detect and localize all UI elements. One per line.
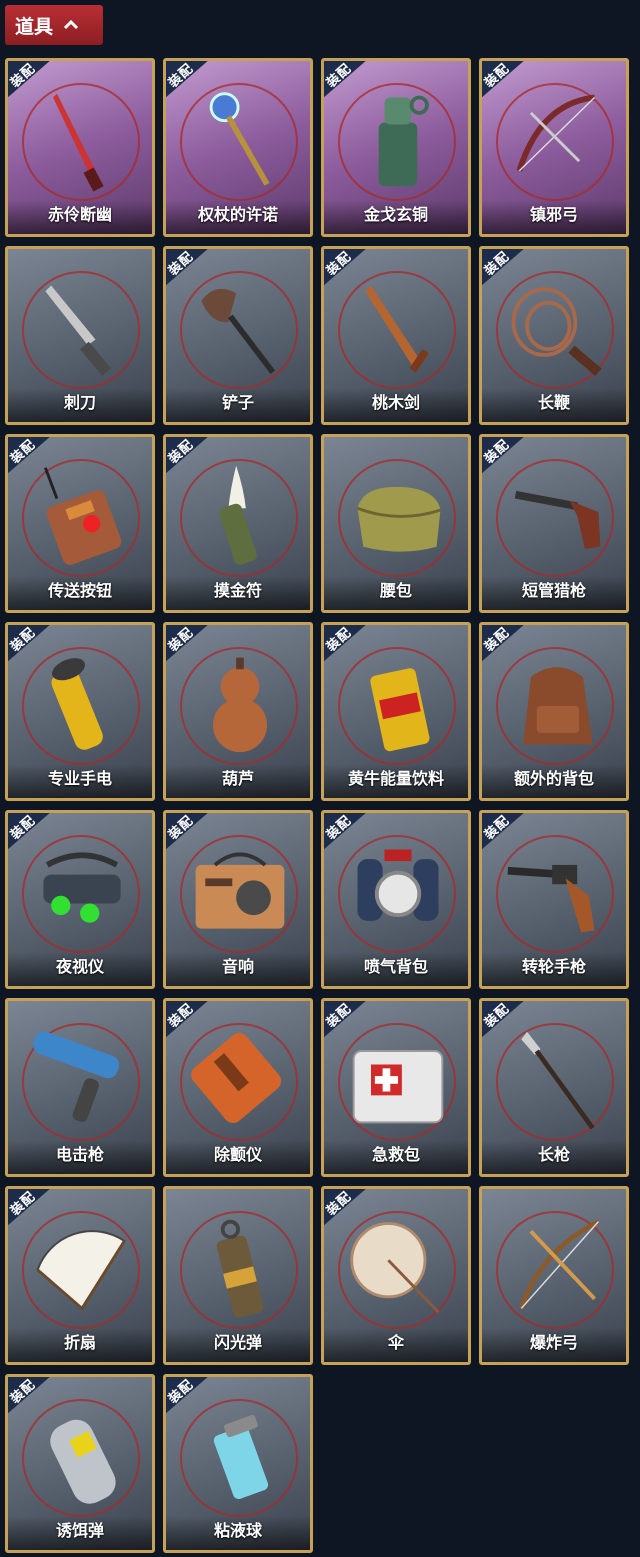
- scepter-icon: [209, 92, 270, 186]
- item-card[interactable]: 装配 传送按钮: [5, 434, 155, 613]
- item-card[interactable]: 装配 摸金符: [163, 434, 313, 613]
- item-grid: 装配 赤伶断幽 装配 权杖的许诺 装配 金戈玄铜 装配 镇邪弓 刺刀 装配 铲子 装配 桃木剑 装配 长鞭装…: [5, 58, 633, 1553]
- item-card[interactable]: 装配 短管猎枪: [479, 434, 629, 613]
- item-card[interactable]: 装配 折扇: [5, 1186, 155, 1365]
- item-card[interactable]: 刺刀: [5, 246, 155, 425]
- item-name: 腰包: [324, 576, 468, 610]
- item-name: 闪光弹: [166, 1328, 310, 1362]
- item-name: 摸金符: [166, 576, 310, 610]
- item-card[interactable]: 装配 铲子: [163, 246, 313, 425]
- explosive-bow-icon: [518, 1219, 600, 1310]
- item-name: 赤伶断幽: [8, 200, 152, 234]
- item-name: 权杖的许诺: [166, 200, 310, 234]
- umbrella-icon: [350, 1222, 440, 1314]
- teleport-button-icon: [44, 467, 122, 565]
- item-card[interactable]: 爆炸弓: [479, 1186, 629, 1365]
- item-name: 伞: [324, 1328, 468, 1362]
- item-name: 传送按钮: [8, 576, 152, 610]
- bayonet-icon: [45, 285, 112, 376]
- item-card[interactable]: 装配伞: [321, 1186, 471, 1365]
- spear-icon: [521, 1031, 595, 1130]
- flashlight-icon: [51, 658, 103, 750]
- item-name: 音响: [166, 952, 310, 986]
- item-name: 长枪: [482, 1140, 626, 1174]
- shotgun-icon: [514, 490, 601, 549]
- item-card[interactable]: 电击枪: [5, 998, 155, 1177]
- item-card[interactable]: 装配 夜视仪: [5, 810, 155, 989]
- item-name: 夜视仪: [8, 952, 152, 986]
- whip-icon: [511, 287, 602, 376]
- item-card[interactable]: 装配 额外的背包: [479, 622, 629, 801]
- item-name: 除颤仪: [166, 1140, 310, 1174]
- items-category-toggle[interactable]: 道具: [5, 5, 103, 45]
- chevron-up-icon: [63, 19, 79, 30]
- gourd-icon: [213, 657, 267, 753]
- item-name: 额外的背包: [482, 764, 626, 798]
- night-vision-icon: [43, 852, 121, 923]
- slime-ball-icon: [213, 1414, 269, 1500]
- item-card[interactable]: 闪光弹: [163, 1186, 313, 1365]
- wooden-sword-icon: [365, 285, 429, 373]
- jetpack-icon: [357, 849, 439, 921]
- item-name: 粘液球: [166, 1516, 310, 1550]
- item-name: 长鞭: [482, 388, 626, 422]
- item-name: 桃木剑: [324, 388, 468, 422]
- backpack-icon: [523, 667, 593, 745]
- item-name: 喷气背包: [324, 952, 468, 986]
- item-card[interactable]: 装配 镇邪弓: [479, 58, 629, 237]
- item-card[interactable]: 装配 金戈玄铜: [321, 58, 471, 237]
- item-name: 电击枪: [8, 1140, 152, 1174]
- shovel-icon: [201, 288, 276, 375]
- revolver-icon: [507, 864, 595, 933]
- item-name: 诱饵弹: [8, 1516, 152, 1550]
- item-name: 急救包: [324, 1140, 468, 1174]
- dagger-icon: [53, 93, 104, 192]
- item-card[interactable]: 装配 专业手电: [5, 622, 155, 801]
- item-name: 黄牛能量饮料: [324, 764, 468, 798]
- item-card[interactable]: 装配 粘液球: [163, 1374, 313, 1553]
- item-card[interactable]: 腰包: [321, 434, 471, 613]
- item-name: 折扇: [8, 1328, 152, 1362]
- item-name: 爆炸弓: [482, 1328, 626, 1362]
- item-card[interactable]: 装配 转轮手枪: [479, 810, 629, 989]
- defibrillator-icon: [191, 1033, 282, 1123]
- item-card[interactable]: 装配 黄牛能量饮料: [321, 622, 471, 801]
- waist-bag-icon: [356, 486, 441, 552]
- item-name: 铲子: [166, 388, 310, 422]
- stun-gun-icon: [33, 1031, 120, 1123]
- item-card[interactable]: 装配 长枪: [479, 998, 629, 1177]
- bronze-grenade-icon: [378, 95, 429, 187]
- item-name: 转轮手枪: [482, 952, 626, 986]
- item-card[interactable]: 装配 长鞭: [479, 246, 629, 425]
- item-name: 刺刀: [8, 388, 152, 422]
- item-name: 短管猎枪: [482, 576, 626, 610]
- item-name: 金戈玄铜: [324, 200, 468, 234]
- first-aid-kit-icon: [352, 1050, 444, 1124]
- bow-icon: [516, 94, 596, 172]
- item-name: 镇邪弓: [482, 200, 626, 234]
- item-card[interactable]: 装配 赤伶断幽: [5, 58, 155, 237]
- talisman-icon: [219, 465, 257, 565]
- category-title: 道具: [15, 15, 54, 38]
- item-card[interactable]: 装配 桃木剑: [321, 246, 471, 425]
- item-card[interactable]: 装配 除颤仪: [163, 998, 313, 1177]
- item-card[interactable]: 装配 喷气背包: [321, 810, 471, 989]
- item-card[interactable]: 装配 权杖的许诺: [163, 58, 313, 237]
- energy-drink-icon: [370, 668, 430, 752]
- flashbang-icon: [216, 1219, 264, 1318]
- item-name: 专业手电: [8, 764, 152, 798]
- item-card[interactable]: 装配 急救包: [321, 998, 471, 1177]
- item-name: 葫芦: [166, 764, 310, 798]
- speaker-icon: [195, 852, 285, 929]
- item-card[interactable]: 装配 诱饵弹: [5, 1374, 155, 1553]
- item-card[interactable]: 装配 葫芦: [163, 622, 313, 801]
- decoy-grenade-icon: [50, 1419, 116, 1504]
- folding-fan-icon: [36, 1230, 126, 1310]
- item-card[interactable]: 装配 音响: [163, 810, 313, 989]
